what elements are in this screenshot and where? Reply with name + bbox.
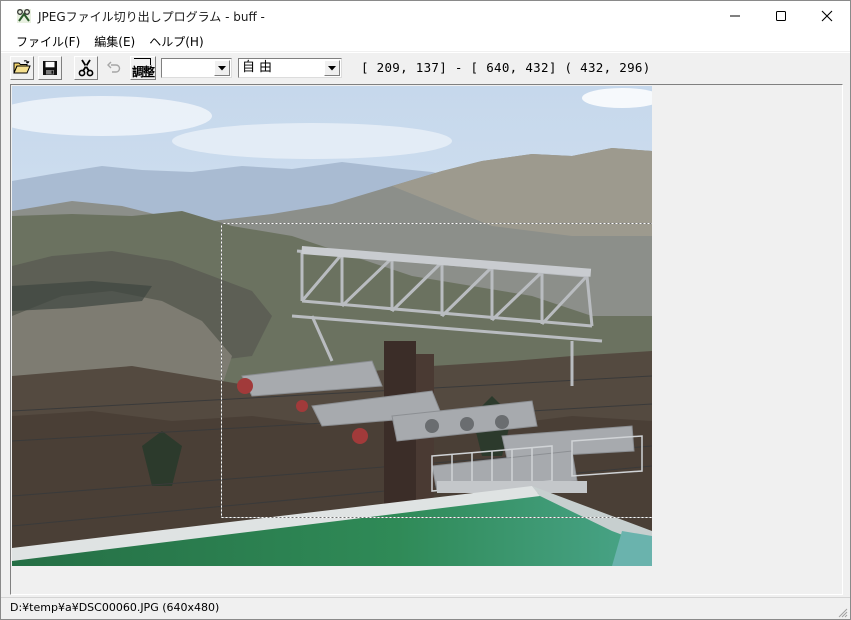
close-button[interactable] bbox=[804, 1, 850, 31]
menu-bar: ファイル(F) 編集(E) ヘルプ(H) bbox=[1, 31, 850, 51]
minimize-button[interactable] bbox=[712, 1, 758, 31]
open-button[interactable] bbox=[10, 56, 34, 80]
undo-button[interactable] bbox=[102, 56, 126, 80]
app-window: JPEGファイル切り出しプログラム - buff - ファイル(F) 編集(E)… bbox=[0, 0, 851, 620]
mode-combo-arrow[interactable] bbox=[324, 60, 340, 76]
save-disk-icon bbox=[43, 61, 57, 75]
adjust-bracket-icon bbox=[134, 58, 151, 65]
status-file-info: D:¥temp¥a¥DSC00060.JPG (640x480) bbox=[10, 601, 220, 614]
image-viewport[interactable] bbox=[10, 84, 843, 595]
mode-combo-value: 自由 bbox=[242, 60, 277, 75]
close-icon bbox=[821, 10, 833, 22]
status-bar: D:¥temp¥a¥DSC00060.JPG (640x480) bbox=[1, 597, 850, 619]
menu-help[interactable]: ヘルプ(H) bbox=[142, 33, 210, 50]
chevron-down-icon bbox=[328, 65, 336, 70]
menu-file[interactable]: ファイル(F) bbox=[9, 33, 87, 50]
mode-combo[interactable]: 自由 bbox=[238, 58, 342, 78]
open-folder-icon bbox=[13, 60, 31, 74]
adjust-label: 調整 bbox=[131, 64, 155, 79]
window-controls bbox=[712, 1, 850, 31]
save-button[interactable] bbox=[38, 56, 62, 80]
adjust-button[interactable]: 調整 bbox=[130, 56, 156, 80]
maximize-button[interactable] bbox=[758, 1, 804, 31]
photo-canvas[interactable] bbox=[12, 86, 652, 566]
selection-coordinates: [ 209, 137] - [ 640, 432] ( 432, 296) bbox=[361, 60, 651, 75]
title-bar[interactable]: JPEGファイル切り出しプログラム - buff - bbox=[1, 1, 850, 31]
resize-grip-icon[interactable] bbox=[836, 606, 848, 618]
undo-icon bbox=[107, 61, 121, 73]
maximize-icon bbox=[776, 11, 786, 21]
toolbar: 調整 自由 [ 209, 137] - [ 640, 432] ( 432, 2… bbox=[1, 52, 850, 84]
cut-button[interactable] bbox=[74, 56, 98, 80]
menu-edit[interactable]: 編集(E) bbox=[87, 33, 142, 50]
chevron-down-icon bbox=[218, 65, 226, 70]
window-title: JPEGファイル切り出しプログラム - buff - bbox=[38, 9, 265, 24]
app-scissors-icon bbox=[16, 8, 32, 24]
scissors-icon bbox=[78, 59, 94, 77]
minimize-icon bbox=[730, 15, 740, 17]
size-combo[interactable] bbox=[161, 58, 232, 78]
size-combo-arrow[interactable] bbox=[214, 60, 230, 76]
